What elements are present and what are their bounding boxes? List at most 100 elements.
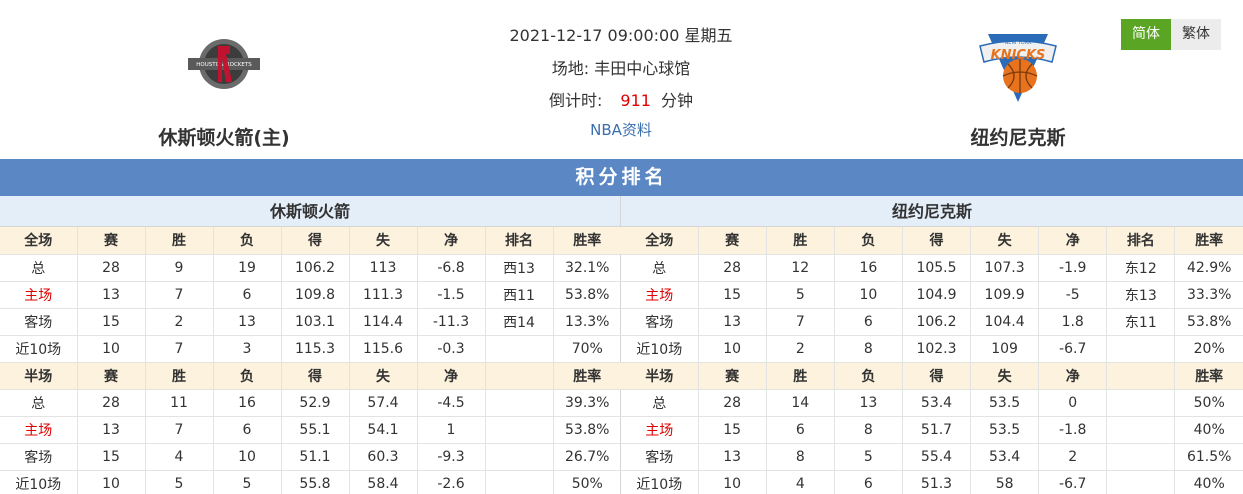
header-cell: 净	[417, 362, 486, 390]
header-cell: 负	[834, 227, 903, 255]
table-cell: 11	[145, 389, 214, 417]
table-cell: 53.8%	[553, 416, 621, 444]
header-cell: 负	[213, 362, 282, 390]
table-cell	[1106, 389, 1176, 417]
table-cell: 10	[77, 470, 146, 494]
table-cell: 2	[145, 308, 214, 336]
table-cell: 8	[834, 335, 903, 363]
away-standings-table: 全场赛胜负得失净排名 胜率总 28 12 16 105.5 107.3 -1.9 东12 42.9…	[621, 227, 1243, 494]
home-team-name: 休斯顿火箭(主)	[158, 127, 290, 149]
table-cell: 50%	[1174, 389, 1243, 417]
table-cell: 7	[145, 281, 214, 309]
table-cell: 2	[1038, 443, 1108, 471]
table-cell: 西13	[485, 254, 554, 282]
table-cell: 8	[766, 443, 835, 471]
header-cell: 排名	[1106, 227, 1176, 255]
table-header-row: 半场赛胜负得失净 胜率	[621, 362, 1243, 390]
standings-tables: 休斯顿火箭 全场赛胜负得失净排名 胜率总 28 9 19 106.2 113 -6.8 西13 3…	[0, 196, 1243, 494]
nba-info-link[interactable]: NBA资料	[421, 119, 821, 140]
table-cell: 客场	[0, 443, 78, 471]
table-cell: 13.3%	[553, 308, 621, 336]
table-cell: 5	[145, 470, 214, 494]
table-cell: -1.9	[1038, 254, 1108, 282]
table-cell: 东13	[1106, 281, 1176, 309]
table-cell: 13	[77, 416, 146, 444]
table-cell: -9.3	[417, 443, 486, 471]
table-cell: 39.3%	[553, 389, 621, 417]
header-cell: 得	[902, 362, 972, 390]
table-cell: 总	[621, 389, 699, 417]
header-cell: 得	[281, 362, 350, 390]
table-cell: 总	[0, 254, 78, 282]
table-cell: 40%	[1174, 416, 1243, 444]
table-cell: 近10场	[0, 335, 78, 363]
table-cell: 客场	[621, 308, 699, 336]
table-cell: 13	[77, 281, 146, 309]
table-cell: 10	[834, 281, 903, 309]
table-cell: 55.1	[281, 416, 350, 444]
standings-title: 积分排名	[0, 159, 1243, 196]
table-cell: 6	[834, 470, 903, 494]
table-row: 客场 13 8 5 55.4 53.4 2 61.5%	[621, 443, 1243, 471]
table-cell: 53.8%	[1174, 308, 1243, 336]
header-cell: 净	[1038, 362, 1108, 390]
table-cell: 10	[698, 470, 767, 494]
table-cell: -6.7	[1038, 335, 1108, 363]
table-cell: 33.3%	[1174, 281, 1243, 309]
header-cell: 失	[970, 227, 1040, 255]
header-cell: 失	[349, 362, 418, 390]
table-cell: 28	[77, 254, 146, 282]
table-cell: 60.3	[349, 443, 418, 471]
match-venue: 场地: 丰田中心球馆	[421, 55, 821, 79]
table-cell: -0.3	[417, 335, 486, 363]
simplified-chinese-button[interactable]: 简体	[1121, 19, 1171, 50]
venue-value: 丰田中心球馆	[594, 59, 691, 78]
table-cell: 4	[766, 470, 835, 494]
table-cell	[485, 443, 554, 471]
header-cell: 胜	[145, 362, 214, 390]
table-cell: -6.7	[1038, 470, 1108, 494]
table-cell: 7	[766, 308, 835, 336]
table-cell: 15	[77, 443, 146, 471]
table-cell: -6.8	[417, 254, 486, 282]
away-team-name: 纽约尼克斯	[970, 127, 1066, 149]
table-cell: 55.8	[281, 470, 350, 494]
home-standings: 休斯顿火箭 全场赛胜负得失净排名 胜率总 28 9 19 106.2 113 -6.8 西13 3…	[0, 196, 621, 494]
header-cell: 得	[281, 227, 350, 255]
table-cell: -5	[1038, 281, 1108, 309]
table-cell: 104.9	[902, 281, 972, 309]
table-cell: 111.3	[349, 281, 418, 309]
table-cell: 53.8%	[553, 281, 621, 309]
table-cell: 106.2	[281, 254, 350, 282]
table-cell: 13	[698, 443, 767, 471]
table-cell: 4	[145, 443, 214, 471]
table-cell: 7	[145, 335, 214, 363]
table-cell: 0	[1038, 389, 1108, 417]
table-cell: 10	[77, 335, 146, 363]
table-cell: 6	[213, 416, 282, 444]
header-cell: 半场	[0, 362, 78, 390]
traditional-chinese-button[interactable]: 繁体	[1171, 19, 1221, 50]
table-cell: 主场	[0, 416, 78, 444]
header-cell: 胜率	[553, 362, 621, 390]
table-cell: 104.4	[970, 308, 1040, 336]
table-cell: 61.5%	[1174, 443, 1243, 471]
table-cell	[485, 335, 554, 363]
table-cell: 10	[698, 335, 767, 363]
table-cell: 53.4	[970, 443, 1040, 471]
table-cell	[1106, 443, 1176, 471]
language-switch: 简体 繁体	[1121, 19, 1221, 50]
table-cell: 6	[834, 308, 903, 336]
table-cell: 2	[766, 335, 835, 363]
header-cell: 胜率	[1174, 362, 1243, 390]
table-cell: 115.3	[281, 335, 350, 363]
header-cell: 赛	[77, 227, 146, 255]
table-cell: 东12	[1106, 254, 1176, 282]
table-cell: 1.8	[1038, 308, 1108, 336]
table-cell: 109.9	[970, 281, 1040, 309]
header-cell: 失	[349, 227, 418, 255]
table-cell: 115.6	[349, 335, 418, 363]
table-cell: 5	[766, 281, 835, 309]
header-cell: 赛	[77, 362, 146, 390]
houston-rockets-logo-icon: HOUSTON ROCKETS	[188, 39, 260, 89]
